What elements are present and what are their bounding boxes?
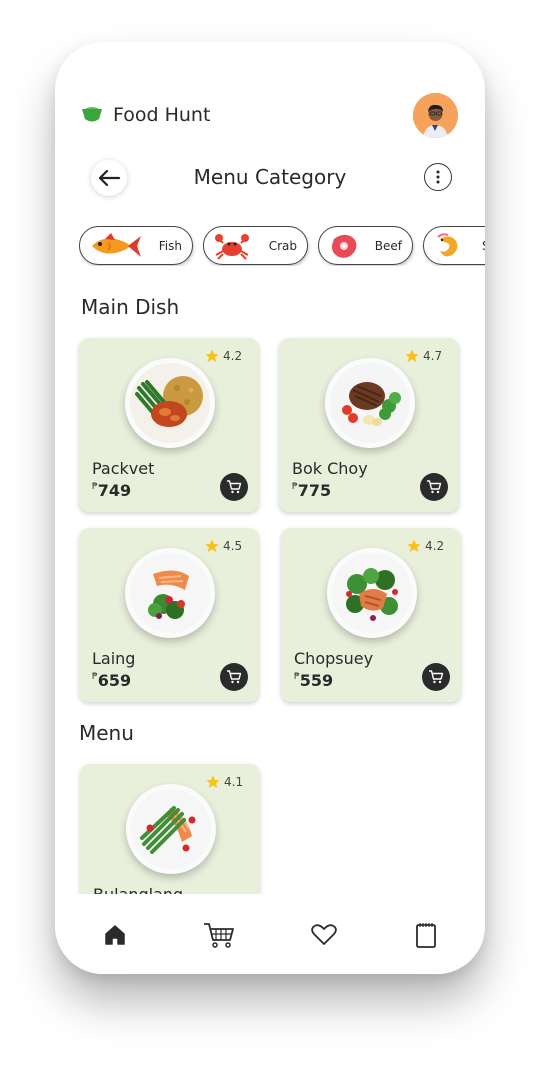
nav-orders[interactable] [409,920,443,950]
rating: 4.2 [406,538,444,554]
cart-icon [227,670,242,684]
add-to-cart-button[interactable] [220,663,248,691]
dish-card[interactable]: 4.2 Chopsuey ₱ 559 [281,528,461,702]
rating: 4.7 [404,348,442,364]
rating-value: 4.2 [223,349,243,363]
cart-icon [427,480,442,494]
category-chip-shrimp[interactable]: S [423,226,485,265]
crab-icon [215,234,249,260]
rating-value: 4.5 [223,539,243,553]
nav-favorites[interactable] [307,920,341,950]
more-vertical-icon [436,170,440,184]
star-icon [407,539,421,552]
category-label: S [482,239,485,253]
category-label: Beef [374,239,402,253]
dish-name: Packvet [92,459,155,478]
cart-icon [227,480,242,494]
price: ₱ 559 [294,671,333,690]
nav-home[interactable] [98,920,132,950]
shrimp-icon [437,233,458,257]
dish-card[interactable]: 4.7 Bok Choy ₱ 775 [279,338,459,512]
price: ₱ 749 [92,481,131,500]
food-plate-icon [130,553,210,633]
dish-name: Chopsuey [294,649,374,668]
dish-name: Laing [92,649,136,668]
section-title-menu: Menu [79,721,134,745]
food-plate-icon [332,553,412,633]
cart-icon [429,670,444,684]
add-to-cart-button[interactable] [422,663,450,691]
phone-frame: Food Hunt Menu Category Fish Crab Beef M… [55,42,485,974]
notepad-icon [416,923,436,948]
beef-icon [331,234,357,258]
price-value: 749 [97,481,132,500]
more-options-button[interactable] [424,163,452,191]
brand: Food Hunt [81,104,210,126]
section-title-main-dish: Main Dish [81,295,180,319]
bowl-logo-icon [82,107,102,122]
user-photo-icon [413,93,458,138]
category-chip-crab[interactable]: Crab [203,226,308,265]
bottom-navigation [55,894,485,974]
category-chip-beef[interactable]: Beef [318,226,413,265]
dish-card[interactable]: 4.5 Laing ₱ 659 [79,528,259,702]
category-list: Fish Crab Beef [79,226,485,266]
dish-image [126,784,216,874]
cart-icon [204,923,234,948]
dish-image [327,548,417,638]
price-value: 775 [297,481,332,500]
nav-cart[interactable] [201,920,237,950]
home-icon [105,925,125,945]
rating-value: 4.2 [425,539,445,553]
price-value: 659 [97,671,132,690]
price: ₱ 659 [92,671,131,690]
dish-card[interactable]: 4.2 Packvet ₱ 749 [79,338,259,512]
top-bar: Menu Category [55,160,485,196]
dish-image [125,548,215,638]
page-title: Menu Category [193,165,347,189]
rating: 4.1 [205,774,243,790]
add-to-cart-button[interactable] [420,473,448,501]
app-name: Food Hunt [113,104,211,126]
food-plate-icon [330,363,410,443]
category-chip-fish[interactable]: Fish [79,226,193,265]
star-icon [405,349,419,362]
rating-value: 4.1 [224,775,244,789]
food-plate-icon [130,363,210,443]
rating-value: 4.7 [423,349,443,363]
star-icon [205,539,219,552]
dish-image [125,358,215,448]
fish-icon [92,233,141,257]
avatar[interactable] [413,93,458,138]
rating: 4.5 [204,538,242,554]
heart-icon [311,924,337,945]
price: ₱ 775 [292,481,331,500]
rating: 4.2 [204,348,242,364]
food-plate-icon [131,789,211,869]
category-label: Crab [268,239,297,253]
star-icon [206,775,220,788]
star-icon [205,349,219,362]
dish-image [325,358,415,448]
dish-name: Bok Choy [292,459,368,478]
price-value: 559 [299,671,334,690]
category-label: Fish [158,239,182,253]
add-to-cart-button[interactable] [220,473,248,501]
